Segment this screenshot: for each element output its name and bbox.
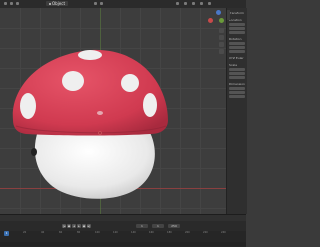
mushroom-eye xyxy=(31,148,37,156)
item-tab[interactable] xyxy=(227,10,230,20)
view-menu-icon[interactable] xyxy=(16,2,19,5)
scale-x-field[interactable] xyxy=(229,68,245,71)
rotation-mode-label: XYZ Euler xyxy=(229,56,244,60)
playback-controls: |◂ ◆ ◂ ▸ ◆ ▸| xyxy=(62,224,91,229)
overlay-icon[interactable] xyxy=(176,2,179,5)
location-z-field[interactable] xyxy=(229,31,245,34)
ruler-tick: 40 xyxy=(41,231,45,234)
scale-y-field[interactable] xyxy=(229,72,245,75)
prev-keyframe-icon[interactable]: ◆ xyxy=(67,224,71,228)
ruler-tick: 240 xyxy=(221,231,226,234)
snap-icon[interactable] xyxy=(100,2,103,5)
rotation-y-field[interactable] xyxy=(229,46,245,49)
ruler-tick: 140 xyxy=(131,231,136,234)
mushroom-stem xyxy=(34,126,155,199)
play-icon[interactable]: ▸ xyxy=(77,224,81,228)
scale-label: Scale xyxy=(229,63,238,67)
render-shading-icon[interactable] xyxy=(208,2,211,5)
dimensions-label: Dimensions xyxy=(229,82,245,86)
mushroom-cap xyxy=(12,49,169,136)
camera-view-icon[interactable] xyxy=(219,42,224,47)
navigation-gizmo-icon[interactable] xyxy=(208,10,224,26)
n-panel: Transform Location Rotation XYZ Euler Sc… xyxy=(226,8,247,214)
zoom-icon[interactable] xyxy=(219,28,224,33)
material-shading-icon[interactable] xyxy=(200,2,203,5)
rotation-x-field[interactable] xyxy=(229,42,245,45)
jump-end-icon[interactable]: ▸| xyxy=(87,224,91,228)
ruler-tick: 220 xyxy=(203,231,208,234)
dimensions-y-field[interactable] xyxy=(229,91,245,94)
status-bar xyxy=(0,242,246,246)
ruler-tick: 160 xyxy=(149,231,154,234)
jump-start-icon[interactable]: |◂ xyxy=(62,224,66,228)
current-frame-field[interactable]: 1 xyxy=(136,224,148,228)
ruler-tick: 80 xyxy=(77,231,81,234)
end-frame-field[interactable]: 250 xyxy=(168,224,180,228)
rotation-z-field[interactable] xyxy=(229,50,245,53)
start-frame-field[interactable]: 1 xyxy=(152,224,164,228)
transform-header: Transform xyxy=(229,11,244,15)
location-label: Location xyxy=(229,18,242,22)
location-x-field[interactable] xyxy=(229,23,245,26)
dimensions-x-field[interactable] xyxy=(229,87,245,90)
ruler-tick: 200 xyxy=(185,231,190,234)
solid-shading-icon[interactable] xyxy=(192,2,195,5)
pivot-icon[interactable] xyxy=(94,2,97,5)
ruler-tick: 180 xyxy=(167,231,172,234)
pan-hand-icon[interactable] xyxy=(219,35,224,40)
mushroom-model[interactable] xyxy=(0,8,226,214)
xray-icon[interactable] xyxy=(184,2,187,5)
next-keyframe-icon[interactable]: ◆ xyxy=(82,224,86,228)
dimensions-z-field[interactable] xyxy=(229,95,245,98)
play-reverse-icon[interactable]: ◂ xyxy=(72,224,76,228)
timeline-header xyxy=(0,215,246,221)
location-y-field[interactable] xyxy=(229,27,245,30)
mode-dropdown[interactable]: Object xyxy=(46,1,69,6)
ruler-tick: 120 xyxy=(113,231,118,234)
ortho-grid-icon[interactable] xyxy=(219,49,224,54)
3d-viewport[interactable] xyxy=(0,8,226,214)
rotation-label: Rotation xyxy=(229,37,242,41)
editor-type-icon[interactable] xyxy=(4,2,7,5)
scale-z-field[interactable] xyxy=(229,76,245,79)
ruler-tick: 20 xyxy=(23,231,27,234)
ruler-tick: 60 xyxy=(59,231,63,234)
ruler-tick: 100 xyxy=(95,231,100,234)
select-mode-icon[interactable] xyxy=(10,2,13,5)
